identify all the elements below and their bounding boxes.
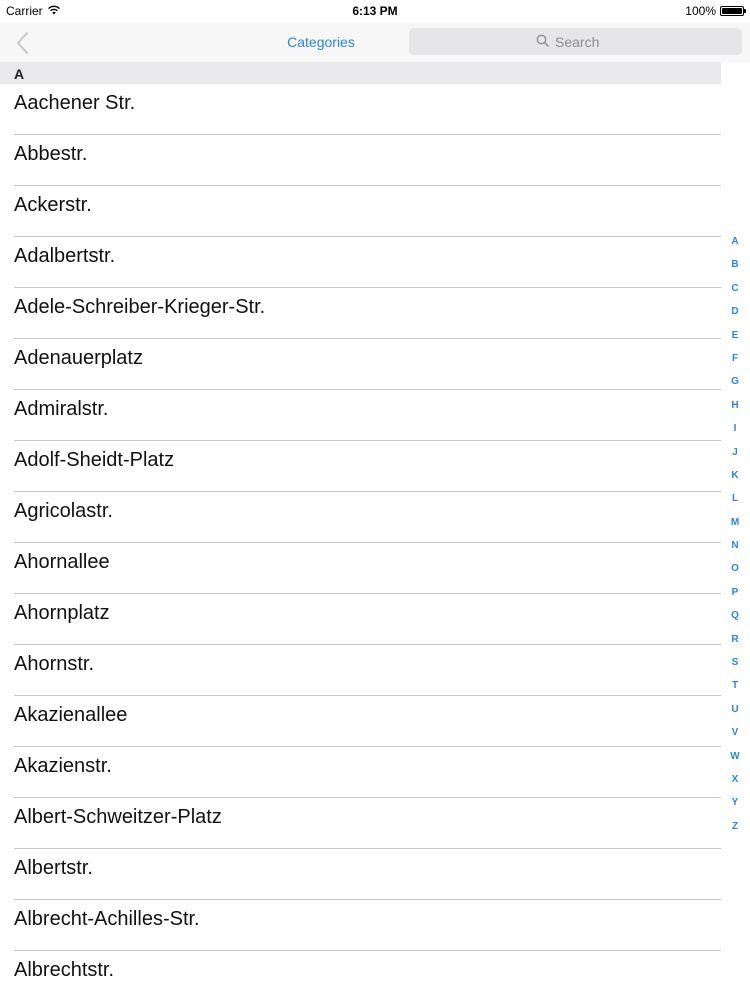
list-item[interactable]: Adolf-Sheidt-Platz	[0, 441, 721, 492]
list-item[interactable]: Adele-Schreiber-Krieger-Str.	[0, 288, 721, 339]
list-item[interactable]: Ahornstr.	[0, 645, 721, 696]
index-letter[interactable]: S	[722, 651, 748, 674]
battery-fill	[722, 8, 742, 14]
status-right: 100%	[685, 4, 746, 18]
list-item[interactable]: Adalbertstr.	[0, 237, 721, 288]
index-letter[interactable]: Z	[722, 815, 748, 838]
list-item[interactable]: Adenauerplatz	[0, 339, 721, 390]
list-item-label: Albert-Schweitzer-Platz	[14, 806, 222, 828]
list-item[interactable]: Abbestr.	[0, 135, 721, 186]
list-item[interactable]: Admiralstr.	[0, 390, 721, 441]
chevron-left-icon	[17, 32, 28, 54]
list-item[interactable]: Albert-Schweitzer-Platz	[0, 798, 721, 849]
index-letter[interactable]: P	[722, 581, 748, 604]
index-letter[interactable]: X	[722, 768, 748, 791]
index-letter[interactable]: J	[722, 441, 748, 464]
list-item-label: Albrechtstr.	[14, 959, 115, 981]
index-letter[interactable]: F	[722, 347, 748, 370]
battery-percent: 100%	[685, 4, 716, 18]
index-letter[interactable]: A	[722, 230, 748, 253]
list-item-label: Abbestr.	[14, 143, 88, 165]
list-item-label: Ackerstr.	[14, 194, 92, 216]
list-item-label: Agricolastr.	[14, 500, 113, 522]
list-item[interactable]: Akazienstr.	[0, 747, 721, 798]
list-item-label: Aachener Str.	[14, 92, 136, 114]
list-item-label: Albrecht-Achilles-Str.	[14, 908, 200, 930]
list-item[interactable]: Akazienallee	[0, 696, 721, 747]
index-letter[interactable]: C	[722, 277, 748, 300]
index-letter[interactable]: Y	[722, 791, 748, 814]
index-letter[interactable]: B	[722, 253, 748, 276]
status-time: 6:13 PM	[352, 4, 398, 18]
list-item-label: Ahornplatz	[14, 602, 110, 624]
list-item-label: Adolf-Sheidt-Platz	[14, 449, 175, 471]
index-letter[interactable]: E	[722, 324, 748, 347]
index-letter[interactable]: O	[722, 557, 748, 580]
section-header: A	[0, 62, 721, 84]
list-item-label: Akazienallee	[14, 704, 128, 726]
list-item[interactable]: Albrechtstr.	[0, 951, 721, 1002]
list-item-label: Admiralstr.	[14, 398, 109, 420]
index-letter[interactable]: G	[722, 370, 748, 393]
index-letter[interactable]: I	[722, 417, 748, 440]
list-item-label: Adalbertstr.	[14, 245, 116, 267]
index-letter[interactable]: K	[722, 464, 748, 487]
back-button[interactable]	[12, 30, 36, 56]
search-field[interactable]	[409, 28, 742, 55]
list-item-label: Akazienstr.	[14, 755, 112, 777]
status-bar: Carrier 6:13 PM 100%	[0, 0, 750, 22]
list-item[interactable]: Albrecht-Achilles-Str.	[0, 900, 721, 951]
index-letter[interactable]: M	[722, 511, 748, 534]
index-letter[interactable]: T	[722, 674, 748, 697]
list-item[interactable]: Albertstr.	[0, 849, 721, 900]
list-item[interactable]: Ackerstr.	[0, 186, 721, 237]
index-letter[interactable]: H	[722, 394, 748, 417]
search-input[interactable]	[555, 33, 615, 50]
list-item-label: Adenauerplatz	[14, 347, 143, 369]
nav-title[interactable]: Categories	[250, 34, 392, 50]
battery-icon	[720, 6, 746, 16]
index-letter[interactable]: U	[722, 698, 748, 721]
list-item-label: Adele-Schreiber-Krieger-Str.	[14, 296, 266, 318]
magnifier-icon	[536, 34, 549, 50]
list-item[interactable]: Ahornplatz	[0, 594, 721, 645]
index-letter[interactable]: R	[722, 628, 748, 651]
list-item-label: Ahornallee	[14, 551, 110, 573]
street-list: A Aachener Str. Abbestr. Ackerstr. Adalberts…	[0, 62, 721, 1002]
index-letter[interactable]: N	[722, 534, 748, 557]
section-index[interactable]: ABCDEFGHIJKLMNOPQRSTUVWXYZ	[722, 230, 748, 838]
list-item[interactable]: Aachener Str.	[0, 84, 721, 135]
index-letter[interactable]: W	[722, 745, 748, 768]
index-letter[interactable]: D	[722, 300, 748, 323]
index-letter[interactable]: Q	[722, 604, 748, 627]
list-item-label: Albertstr.	[14, 857, 93, 879]
index-letter[interactable]: L	[722, 487, 748, 510]
list-item-label: Ahornstr.	[14, 653, 95, 675]
navigation-bar: Categories	[0, 22, 750, 62]
list-item[interactable]: Agricolastr.	[0, 492, 721, 543]
list-item[interactable]: Ahornallee	[0, 543, 721, 594]
index-letter[interactable]: V	[722, 721, 748, 744]
